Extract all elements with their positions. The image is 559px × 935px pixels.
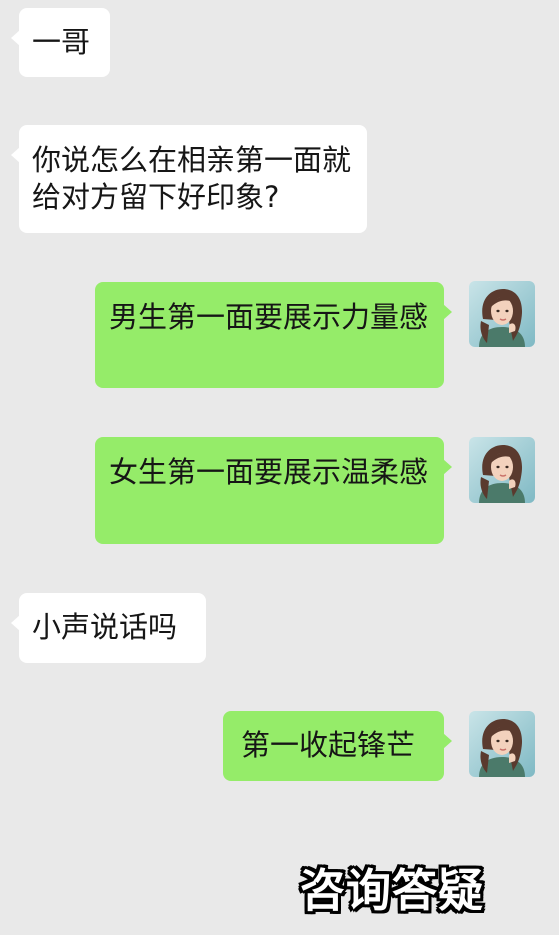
message-text: 男生第一面要展示力量感 bbox=[109, 300, 429, 334]
woman-portrait-avatar-icon bbox=[469, 711, 535, 777]
bubble-tail bbox=[11, 30, 20, 46]
woman-portrait-avatar-icon bbox=[469, 437, 535, 503]
bubble-tail bbox=[11, 615, 20, 631]
bubble-tail bbox=[443, 733, 452, 749]
video-caption: 咨询答疑 bbox=[300, 864, 485, 917]
message-text: 第一收起锋芒 bbox=[241, 728, 416, 762]
message-bubble-outgoing[interactable]: 第一收起锋芒 bbox=[223, 711, 452, 781]
bubble-tail bbox=[443, 459, 452, 475]
message-text: 你说怎么在相亲第一面就给对方留下好印象? bbox=[32, 143, 352, 214]
message-bubble-incoming[interactable]: 一哥 bbox=[11, 8, 110, 77]
message-bubble-outgoing[interactable]: 女生第一面要展示温柔感 bbox=[95, 437, 452, 544]
bubble-tail bbox=[11, 147, 20, 163]
user-avatar[interactable] bbox=[469, 281, 535, 347]
message-bubble-incoming[interactable]: 小声说话吗 bbox=[11, 593, 206, 663]
user-avatar[interactable] bbox=[469, 437, 535, 503]
message-text: 小声说话吗 bbox=[32, 610, 178, 644]
message-bubble-outgoing[interactable]: 男生第一面要展示力量感 bbox=[95, 282, 452, 388]
woman-portrait-avatar-icon bbox=[469, 281, 535, 347]
message-bubble-incoming[interactable]: 你说怎么在相亲第一面就给对方留下好印象? bbox=[11, 125, 367, 233]
message-text: 一哥 bbox=[32, 25, 91, 59]
bubble-tail bbox=[443, 304, 452, 320]
message-text: 女生第一面要展示温柔感 bbox=[109, 455, 429, 489]
user-avatar[interactable] bbox=[469, 711, 535, 777]
